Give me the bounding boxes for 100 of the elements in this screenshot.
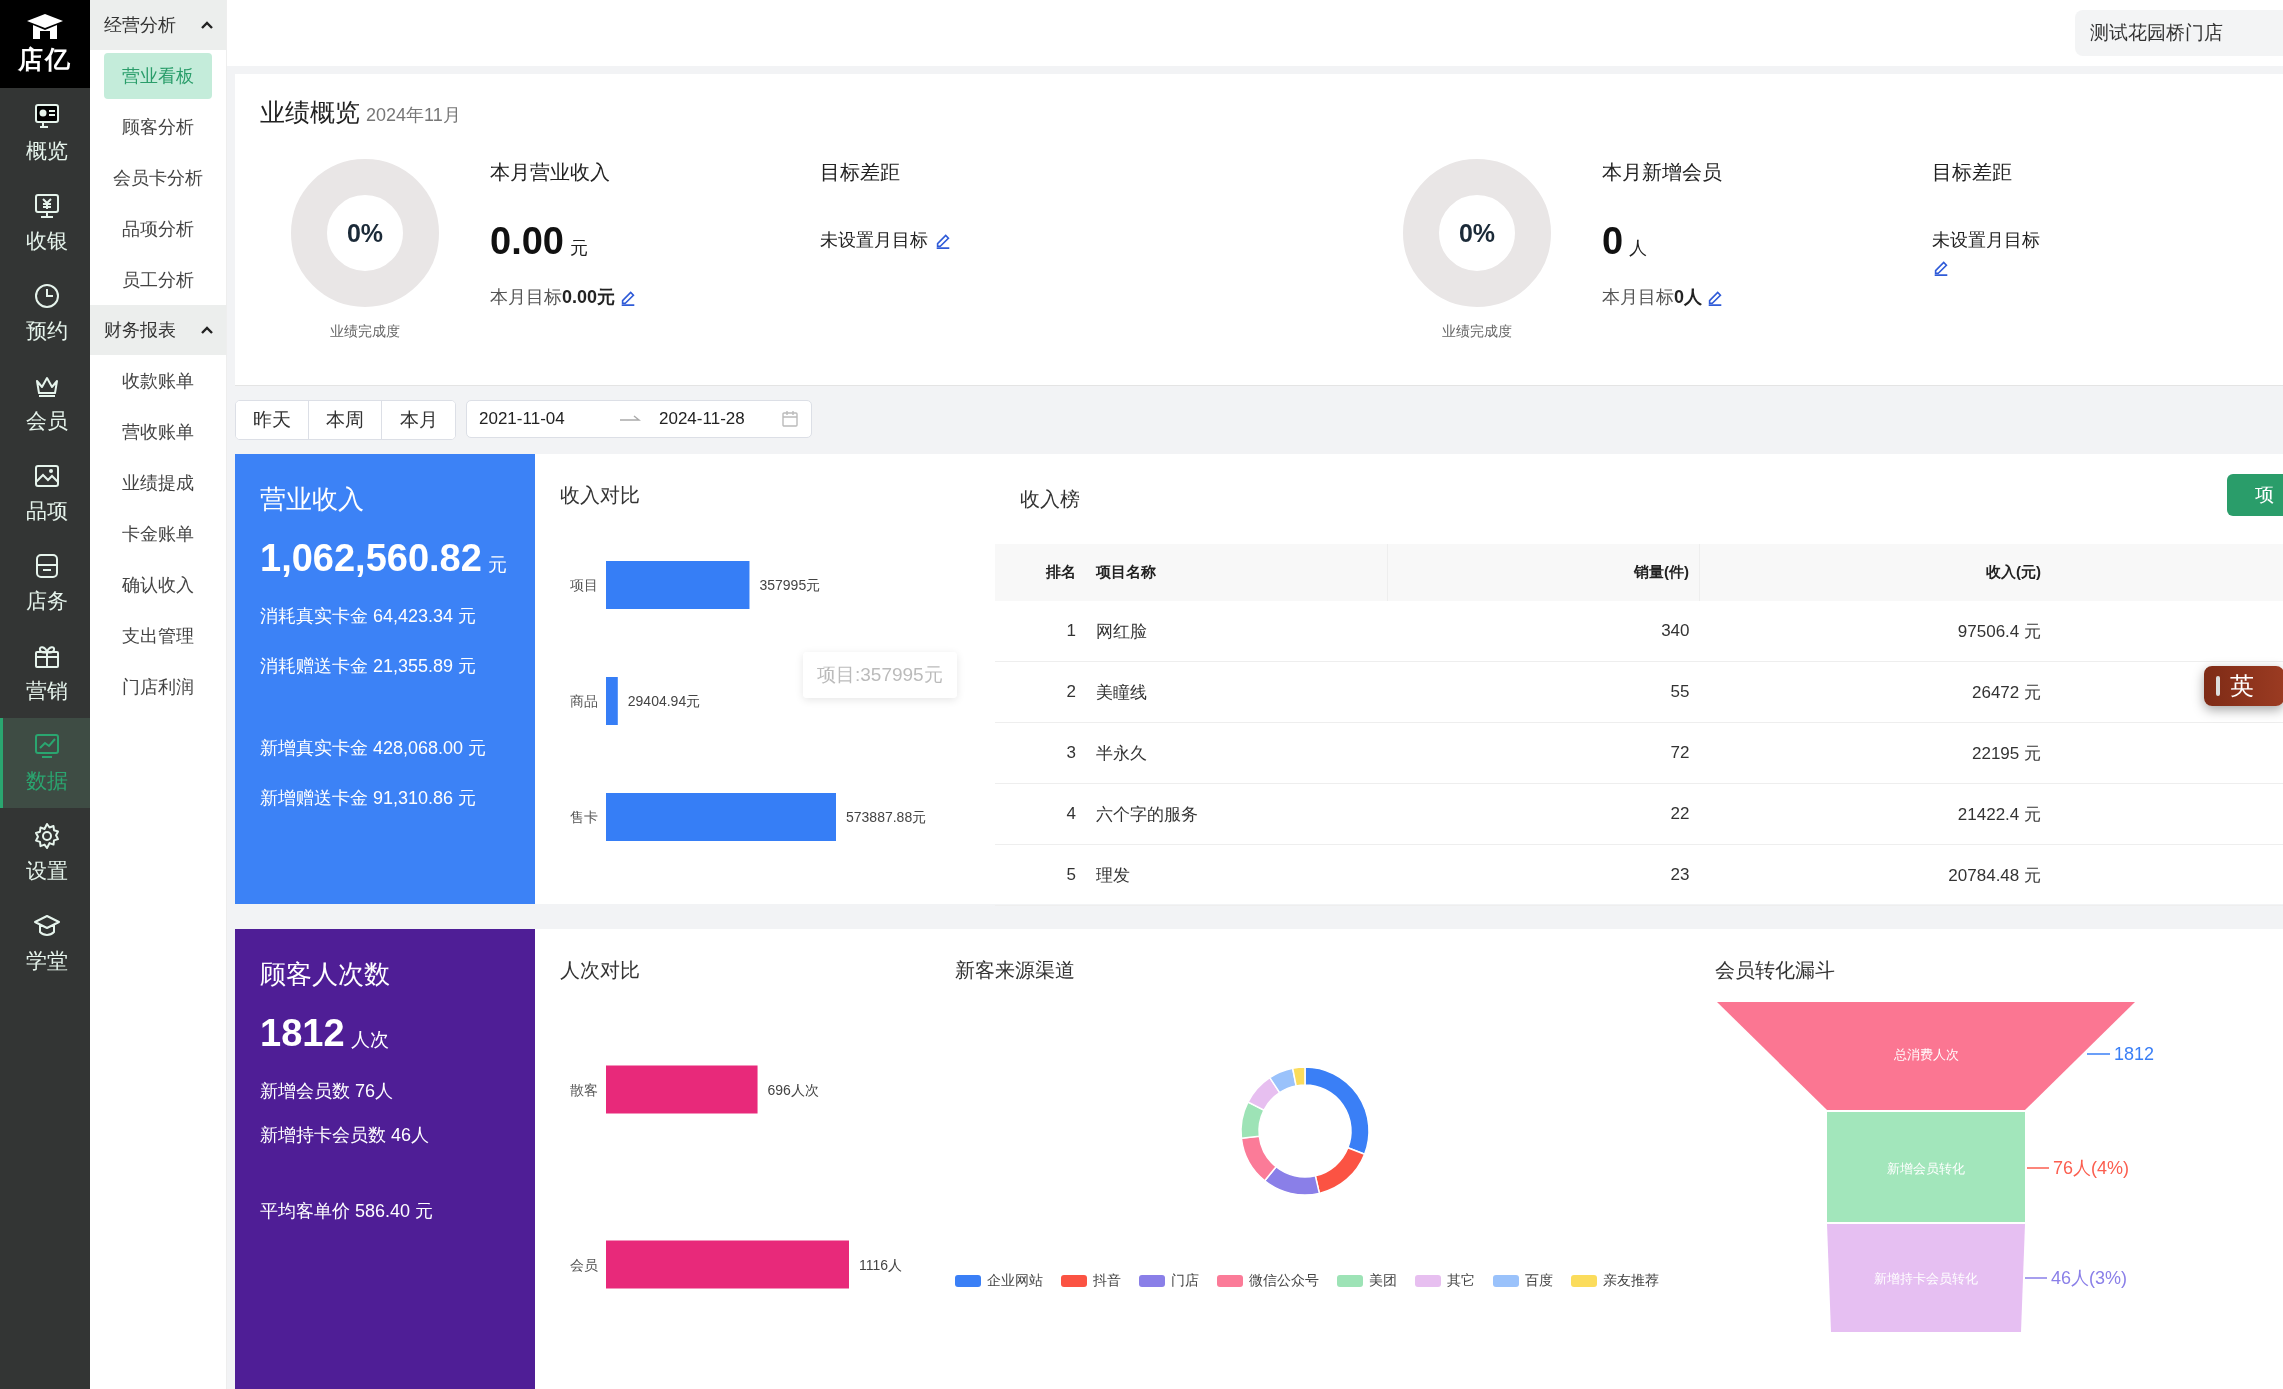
- chart-title: 会员转化漏斗: [1715, 958, 1836, 983]
- legend-label[interactable]: 百度: [1525, 1272, 1553, 1290]
- nav-item[interactable]: 收银: [0, 178, 90, 268]
- menu-group-title: 经营分析: [104, 14, 176, 37]
- table-cell: 20784.48 元: [1699, 844, 2051, 906]
- table-cell: 340: [1387, 601, 1700, 662]
- leader-line: [2086, 1053, 2111, 1055]
- column-header: 排名: [995, 544, 1086, 601]
- panel-title: 营业收入: [260, 483, 365, 516]
- table-cell: 半永久: [1086, 722, 1388, 784]
- submenu-item[interactable]: 卡金账单: [104, 510, 212, 557]
- legend-label[interactable]: 企业网站: [987, 1272, 1043, 1290]
- chart-title: 收入对比: [560, 483, 641, 508]
- metric-label: 本月新增会员: [1602, 160, 1723, 185]
- nav-item[interactable]: 设置: [0, 808, 90, 898]
- column-header: 项目名称: [1086, 544, 1388, 601]
- table-cell: 1: [995, 601, 1086, 662]
- stat-line: 平均客单价 586.40 元: [260, 1200, 435, 1223]
- nav-item[interactable]: 店务: [0, 538, 90, 628]
- table-cell: 网红脸: [1086, 601, 1388, 662]
- legend-label[interactable]: 美团: [1369, 1272, 1397, 1290]
- legend-label[interactable]: 门店: [1171, 1272, 1199, 1290]
- legend-label[interactable]: 其它: [1447, 1272, 1475, 1290]
- stat-line: 消耗赠送卡金 21,355.89 元: [260, 655, 478, 678]
- funnel-stage-label: 新增持卡会员转化: [1874, 1271, 1978, 1286]
- legend-label[interactable]: 微信公众号: [1249, 1272, 1319, 1290]
- value-label: 573887.88元: [846, 809, 927, 825]
- submenu-item[interactable]: 品项分析: [104, 205, 212, 252]
- legend-label[interactable]: 抖音: [1093, 1272, 1121, 1290]
- funnel-stage-label: 总消费人次: [1893, 1047, 1959, 1062]
- chart-title: 新客来源渠道: [955, 958, 1076, 983]
- legend-label[interactable]: 亲友推荐: [1603, 1272, 1659, 1290]
- submenu-item[interactable]: 会员卡分析: [95, 154, 221, 201]
- table-cell: 六个字的服务: [1086, 783, 1388, 845]
- funnel-value: 46人(3%): [2051, 1268, 2128, 1288]
- submenu-item[interactable]: 顾客分析: [104, 103, 212, 150]
- input-method-indicator[interactable]: 英: [2204, 666, 2283, 706]
- nav-item[interactable]: 会员: [0, 358, 90, 448]
- metric-label: 目标差距: [820, 160, 901, 185]
- axis-label: 散客: [570, 1081, 598, 1098]
- stat-line: 新增真实卡金 428,068.00 元: [260, 737, 488, 760]
- bar: [606, 677, 618, 725]
- submenu-item[interactable]: 营收账单: [104, 408, 212, 455]
- submenu-item[interactable]: 员工分析: [104, 256, 212, 303]
- table-cell: 5: [995, 844, 1086, 906]
- percent-label: 0%: [1458, 218, 1496, 248]
- axis-label: 项目: [570, 577, 598, 593]
- table-cell: 72: [1387, 722, 1700, 784]
- axis-label: 售卡: [570, 809, 598, 825]
- unit-label: 人: [1629, 237, 1648, 260]
- submenu-item[interactable]: 业绩提成: [104, 459, 212, 506]
- submenu-item[interactable]: 门店利润: [104, 663, 212, 710]
- table-cell: 21422.4 元: [1699, 783, 2051, 845]
- submenu-item[interactable]: 收款账单: [104, 357, 212, 404]
- stat-line: 新增赠送卡金 91,310.86 元: [260, 787, 478, 810]
- table-cell: 22: [1387, 783, 1700, 845]
- table-cell: 2: [995, 661, 1086, 723]
- value-label: 357995元: [759, 577, 821, 593]
- store-selector[interactable]: 测试花园桥门店: [2075, 10, 2283, 56]
- column-header: 收入(元): [1699, 544, 2051, 601]
- funnel-value: 1812: [2114, 1044, 2155, 1064]
- leader-line: [2024, 1277, 2048, 1279]
- nav-item[interactable]: 品项: [0, 448, 90, 538]
- menu-group-title: 财务报表: [104, 319, 176, 342]
- column-header: 销量(件): [1387, 544, 1700, 601]
- unit-label: 元: [569, 237, 588, 260]
- table-cell: 美瞳线: [1086, 661, 1388, 723]
- axis-label: 会员: [570, 1256, 598, 1273]
- table-cell: 23: [1387, 844, 1700, 906]
- section-title: 业绩概览: [260, 97, 360, 128]
- unit-label: 元: [487, 553, 507, 577]
- gauge-caption: 业绩完成度: [1442, 323, 1512, 341]
- date-range-field[interactable]: 2021-11-04 2024-11-28: [466, 400, 812, 438]
- target-text: 本月目标0人: [1602, 286, 1702, 309]
- target-text: 本月目标0.00元: [490, 286, 616, 309]
- metric-label: 本月营业收入: [490, 160, 611, 185]
- metric-value: 0: [1602, 220, 1624, 263]
- nav-item[interactable]: 学堂: [0, 898, 90, 988]
- table-cell: 理发: [1086, 844, 1388, 906]
- submenu-item[interactable]: 支出管理: [104, 612, 212, 659]
- table-cell: 55: [1387, 661, 1700, 723]
- panel-title: 顾客人次数: [260, 958, 391, 991]
- stat-line: 新增会员数 76人: [260, 1080, 395, 1103]
- calendar-icon: [781, 410, 799, 428]
- menu-group-header[interactable]: 经营分析: [90, 0, 226, 50]
- submenu-item[interactable]: 确认收入: [104, 561, 212, 608]
- table-cell: 22195 元: [1699, 722, 2051, 784]
- value-label: 29404.94元: [627, 693, 701, 709]
- period-button[interactable]: 昨天: [236, 401, 309, 439]
- menu-group-header[interactable]: 财务报表: [90, 305, 226, 355]
- chart-tooltip: 项目:357995元: [803, 652, 957, 698]
- nav-item[interactable]: 预约: [0, 268, 90, 358]
- stat-line: 消耗真实卡金 64,423.34 元: [260, 605, 478, 628]
- chart-title: 人次对比: [560, 958, 641, 983]
- value-label: 696人次: [767, 1081, 819, 1098]
- axis-label: 商品: [570, 693, 598, 709]
- value-label: 1116人: [859, 1256, 903, 1273]
- nav-item[interactable]: 营销: [0, 628, 90, 718]
- nav-item[interactable]: 概览: [0, 88, 90, 178]
- funnel-stage-label: 新增会员转化: [1887, 1161, 1965, 1176]
